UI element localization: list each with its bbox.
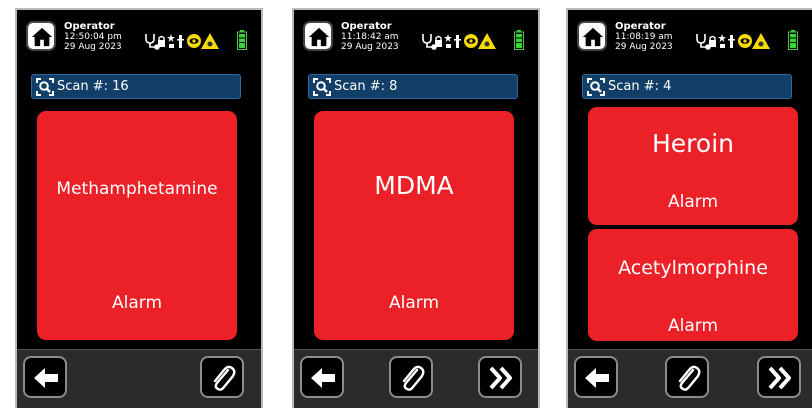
back-button[interactable] <box>300 356 344 398</box>
bottom-toolbar <box>17 349 261 408</box>
stethoscope-icon <box>696 34 711 50</box>
device-screen-1: Operator 12:50:04 pm 29 Aug 2023 Scan #:… <box>15 8 263 408</box>
status-icons <box>696 33 770 50</box>
scan-search-icon <box>587 78 605 96</box>
bottom-toolbar <box>294 349 538 408</box>
device-screen-2: Operator 11:18:42 am 29 Aug 2023 Scan #:… <box>292 8 540 408</box>
home-button[interactable] <box>577 21 607 51</box>
home-button[interactable] <box>26 21 56 51</box>
paperclip-icon <box>402 365 425 391</box>
home-icon <box>582 27 604 47</box>
alarm-status: Alarm <box>111 293 163 313</box>
paperclip-icon <box>213 365 236 391</box>
back-arrow-icon <box>34 368 58 388</box>
paperclip-icon <box>678 365 701 391</box>
operator-label: Operator <box>341 21 392 32</box>
home-icon <box>31 27 53 47</box>
alarm-status: Alarm <box>667 192 719 212</box>
battery-icon <box>788 30 798 50</box>
drug-name: MDMA <box>374 171 454 200</box>
status-icons <box>422 33 496 50</box>
alarm-status: Alarm <box>388 293 440 313</box>
battery-icon <box>237 30 247 50</box>
back-arrow-icon <box>585 368 609 388</box>
next-button[interactable] <box>757 356 801 398</box>
scan-number-label: Scan #: 16 <box>57 79 129 94</box>
star-icon <box>167 34 175 48</box>
clock-time: 11:08:19 am <box>615 32 673 42</box>
operator-label: Operator <box>64 21 115 32</box>
syringe-icon <box>728 35 735 48</box>
attach-button[interactable] <box>200 356 244 398</box>
warning-icon <box>201 33 219 49</box>
attach-button[interactable] <box>389 356 433 398</box>
operator-label: Operator <box>615 21 666 32</box>
scan-search-icon <box>36 78 54 96</box>
home-button[interactable] <box>303 21 333 51</box>
battery-icon <box>514 30 524 50</box>
back-button[interactable] <box>574 356 618 398</box>
drug-name: Heroin <box>652 129 734 158</box>
alarm-status: Alarm <box>667 316 719 336</box>
eye-icon <box>464 34 478 48</box>
alarm-result-box[interactable]: Heroin Alarm <box>588 107 798 225</box>
scan-number-label: Scan #: 8 <box>334 79 398 94</box>
alarm-result-box[interactable]: MDMA Alarm <box>314 111 514 340</box>
next-button[interactable] <box>478 356 522 398</box>
warning-icon <box>752 33 770 49</box>
star-icon <box>444 34 452 48</box>
drug-name: Methamphetamine <box>56 179 218 199</box>
scan-number-bar: Scan #: 4 <box>582 74 792 99</box>
status-icons <box>145 33 219 50</box>
scan-search-icon <box>313 78 331 96</box>
clock-time: 12:50:04 pm <box>64 32 122 42</box>
bottom-toolbar <box>568 349 812 408</box>
alarm-result-box[interactable]: Methamphetamine Alarm <box>37 111 237 340</box>
clock-time: 11:18:42 am <box>341 32 399 42</box>
attach-button[interactable] <box>665 356 709 398</box>
clock-date: 29 Aug 2023 <box>341 42 399 52</box>
stethoscope-icon <box>145 34 160 50</box>
syringe-icon <box>454 35 461 48</box>
stethoscope-icon <box>422 34 437 50</box>
clock-date: 29 Aug 2023 <box>615 42 673 52</box>
back-button[interactable] <box>23 356 67 398</box>
warning-icon <box>478 33 496 49</box>
double-chevron-right-icon <box>489 366 512 390</box>
clock-date: 29 Aug 2023 <box>64 42 122 52</box>
star-icon <box>718 34 726 48</box>
scan-number-label: Scan #: 4 <box>608 79 672 94</box>
alarm-result-box[interactable]: Acetylmorphine Alarm <box>588 229 798 341</box>
lock-icon <box>435 35 442 47</box>
lock-icon <box>709 35 716 47</box>
syringe-icon <box>177 35 184 48</box>
home-icon <box>308 27 330 47</box>
back-arrow-icon <box>311 368 335 388</box>
eye-icon <box>187 34 201 48</box>
scan-number-bar: Scan #: 8 <box>308 74 518 99</box>
eye-icon <box>738 34 752 48</box>
drug-name: Acetylmorphine <box>618 257 768 279</box>
device-screen-3: Operator 11:08:19 am 29 Aug 2023 Scan #:… <box>566 8 812 408</box>
double-chevron-right-icon <box>768 366 791 390</box>
scan-number-bar: Scan #: 16 <box>31 74 241 99</box>
lock-icon <box>158 35 165 47</box>
